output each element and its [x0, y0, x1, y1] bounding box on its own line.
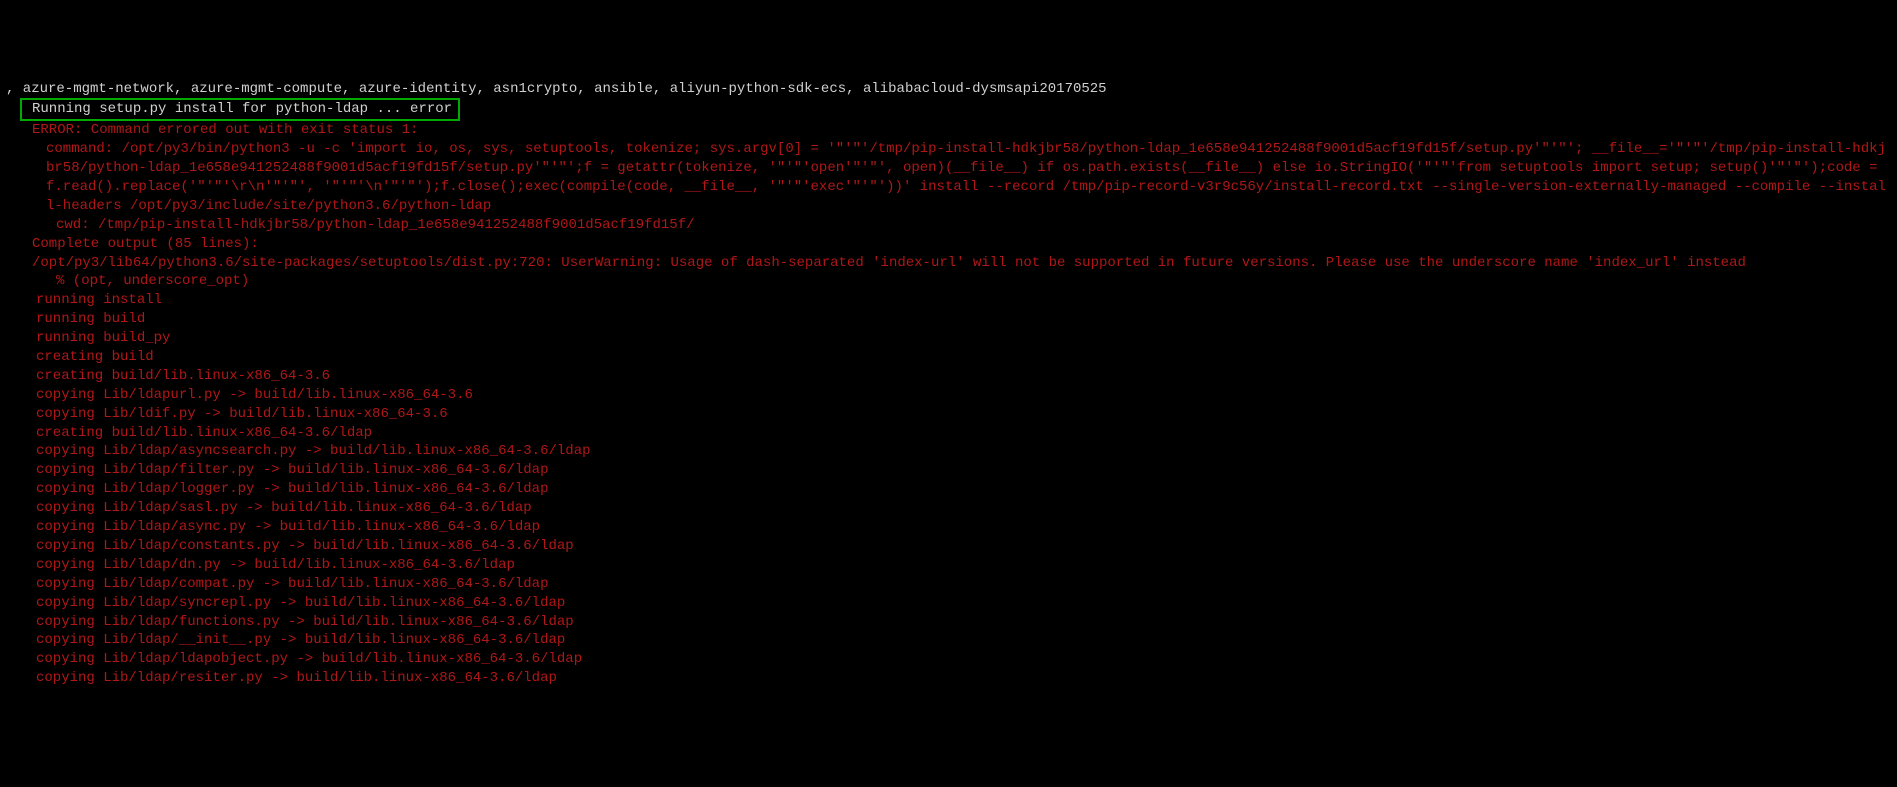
error-line: % (opt, underscore_opt) [6, 272, 1891, 291]
setup-error-text: Running setup.py install for python-ldap… [32, 101, 452, 117]
error-line: cwd: /tmp/pip-install-hdkjbr58/python-ld… [6, 216, 1891, 235]
error-line: Complete output (85 lines): [6, 235, 1891, 254]
error-line: copying Lib/ldap/compat.py -> build/lib.… [6, 575, 1891, 594]
error-output-block: ERROR: Command errored out with exit sta… [6, 121, 1891, 688]
error-line: copying Lib/ldap/constants.py -> build/l… [6, 537, 1891, 556]
error-line: copying Lib/ldap/sasl.py -> build/lib.li… [6, 499, 1891, 518]
error-line: running install [6, 291, 1891, 310]
error-line: copying Lib/ldap/async.py -> build/lib.l… [6, 518, 1891, 537]
error-line: copying Lib/ldif.py -> build/lib.linux-x… [6, 405, 1891, 424]
error-line: copying Lib/ldapurl.py -> build/lib.linu… [6, 386, 1891, 405]
error-line: copying Lib/ldap/syncrepl.py -> build/li… [6, 594, 1891, 613]
error-line: command: /opt/py3/bin/python3 -u -c 'imp… [6, 140, 1891, 216]
setup-error-highlight: Running setup.py install for python-ldap… [20, 98, 460, 121]
error-line: copying Lib/ldap/asyncsearch.py -> build… [6, 442, 1891, 461]
error-line: copying Lib/ldap/dn.py -> build/lib.linu… [6, 556, 1891, 575]
error-line: creating build [6, 348, 1891, 367]
package-list-header: , azure-mgmt-network, azure-mgmt-compute… [6, 80, 1891, 99]
error-line: creating build/lib.linux-x86_64-3.6 [6, 367, 1891, 386]
error-line: copying Lib/ldap/__init__.py -> build/li… [6, 631, 1891, 650]
error-line: copying Lib/ldap/logger.py -> build/lib.… [6, 480, 1891, 499]
error-line: copying Lib/ldap/resiter.py -> build/lib… [6, 669, 1891, 688]
error-line: copying Lib/ldap/ldapobject.py -> build/… [6, 650, 1891, 669]
error-line: running build [6, 310, 1891, 329]
error-line: running build_py [6, 329, 1891, 348]
error-line: creating build/lib.linux-x86_64-3.6/ldap [6, 424, 1891, 443]
error-line: copying Lib/ldap/filter.py -> build/lib.… [6, 461, 1891, 480]
error-line: copying Lib/ldap/functions.py -> build/l… [6, 613, 1891, 632]
error-line: /opt/py3/lib64/python3.6/site-packages/s… [6, 254, 1891, 273]
error-line: ERROR: Command errored out with exit sta… [6, 121, 1891, 140]
